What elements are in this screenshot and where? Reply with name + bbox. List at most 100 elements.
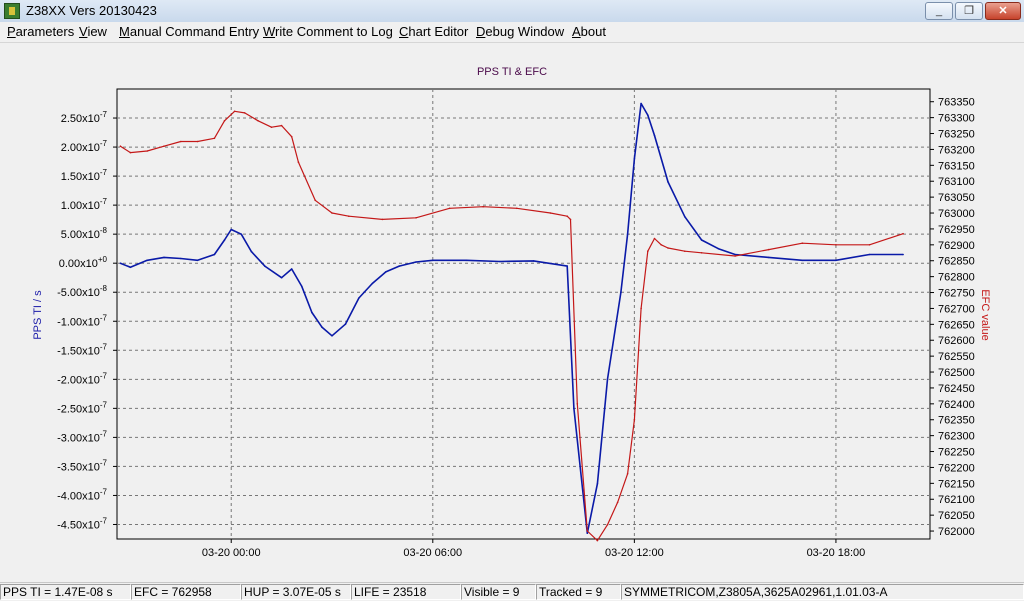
efc-point [331, 212, 333, 214]
efc-point [640, 307, 642, 310]
efc-point [633, 418, 636, 421]
efc-point [566, 215, 568, 217]
efc-point [119, 145, 122, 147]
pps-ti-point [321, 326, 323, 328]
efc-point [314, 199, 317, 202]
y-tick-label: 5.00x10-8 [61, 226, 108, 241]
x-tick-label: 03-20 12:00 [605, 547, 664, 559]
pps-ti-point [633, 157, 636, 160]
y-tick-label: -2.50x10-7 [57, 400, 107, 415]
efc-point [767, 248, 770, 251]
efc-point [647, 250, 649, 252]
minimize-button[interactable]: _ [925, 2, 953, 20]
status-bar: PPS TI = 1.47E-08 s EFC = 762958 HUP = 3… [0, 582, 1024, 601]
pps-ti-point [626, 233, 629, 235]
status-visible: Visible = 9 [461, 584, 536, 600]
maximize-button[interactable]: ❐ [955, 2, 983, 20]
efc-point [448, 207, 451, 210]
y2-tick-label: 762150 [938, 478, 975, 490]
y2-tick-label: 762850 [938, 256, 975, 268]
pps-ti-point [230, 228, 232, 231]
pps-ti-point [331, 335, 333, 337]
chart-area: 2.50x10-7 2.00x10-7 1.50x10-7 1.00x10-7 5.00… [0, 43, 1024, 580]
menu-view[interactable]: View [79, 24, 107, 39]
close-button[interactable]: ✕ [985, 2, 1021, 20]
pps-ti-point [586, 532, 589, 534]
pps-ti-point [902, 253, 904, 256]
efc-point [700, 252, 703, 254]
pps-ti-point [734, 253, 736, 256]
y-tick-label: -2.00x10-7 [57, 371, 107, 386]
pps-ti-point [415, 261, 417, 263]
title-bar: Z38XX Vers 20130423 _ ❐ ✕ [0, 0, 1024, 23]
status-efc: EFC = 762958 [131, 584, 241, 600]
pps-ti-point [532, 260, 535, 262]
y-tick-label: -4.50x10-7 [57, 516, 107, 531]
y-axis-label: PPS TI / s [32, 290, 44, 340]
efc-point [129, 151, 132, 154]
pps-ti-point [146, 259, 148, 262]
y2-tick-label: 762700 [938, 303, 975, 315]
efc-point [660, 244, 662, 246]
pps-ti-point [358, 297, 360, 299]
efc-point [223, 120, 226, 122]
menu-parameters[interactable]: Parameters [7, 24, 74, 39]
y2-tick-label: 762650 [938, 319, 975, 331]
pps-ti-point [240, 233, 243, 235]
efc-point [684, 250, 686, 252]
y-tick-label: 1.50x10-7 [61, 168, 108, 183]
pps-ti-point [620, 291, 622, 293]
pps-ti-point [835, 259, 837, 262]
efc-point [180, 140, 182, 143]
y2-tick-label: 763350 [938, 97, 975, 109]
chart-svg: 2.50x10-7 2.00x10-7 1.50x10-7 1.00x10-7 5.00… [32, 66, 991, 559]
pps-ti-point [801, 259, 804, 262]
menu-debug-window[interactable]: Debug Window [476, 24, 564, 39]
y-tick-label: 0.00x10+0 [59, 255, 108, 270]
menu-chart-editor[interactable]: Chart Editor [399, 24, 468, 39]
y2-tick-label: 763300 [938, 113, 975, 125]
y2-tick-label: 763100 [938, 176, 975, 188]
pps-ti-point [700, 239, 703, 241]
window-title: Z38XX Vers 20130423 [26, 3, 157, 18]
menu-write-comment-to-log[interactable]: Write Comment to Log [263, 24, 393, 39]
x-tick-label: 03-20 18:00 [807, 547, 866, 559]
efc-point [606, 523, 609, 526]
efc-point [516, 207, 518, 210]
y2-tick-label: 763200 [938, 144, 975, 156]
y2-tick-label: 762800 [938, 272, 975, 284]
y2-tick-label: 762050 [938, 510, 975, 522]
x-tick-label: 03-20 06:00 [403, 547, 462, 559]
pps-ti-point [344, 323, 347, 326]
efc-point [801, 242, 804, 244]
x-tick-label: 03-20 00:00 [202, 547, 261, 559]
y2-axis-label: EFC value [979, 289, 991, 340]
efc-point [196, 140, 199, 143]
efc-point [297, 161, 300, 163]
y2-tick-label: 762000 [938, 526, 975, 538]
y2-tick-label: 762500 [938, 367, 975, 379]
y-tick-label: -3.50x10-7 [57, 458, 107, 473]
y2-tick-label: 762100 [938, 494, 975, 506]
pps-ti-point [196, 259, 199, 262]
efc-point [667, 247, 669, 249]
menu-about[interactable]: About [572, 24, 606, 39]
y-tick-label: 2.50x10-7 [61, 110, 108, 125]
y2-tick-label: 762750 [938, 288, 975, 300]
y-tick-label: -3.00x10-7 [57, 429, 107, 444]
y2-tick-label: 762950 [938, 224, 975, 236]
y2-tick-label: 763250 [938, 129, 975, 141]
y2-tick-label: 762550 [938, 351, 975, 363]
pps-ti-point [301, 285, 303, 288]
pps-ti-point [432, 259, 434, 262]
menu-bar: Parameters View Manual Command Entry Wri… [0, 22, 1024, 43]
menu-manual-command-entry[interactable]: Manual Command Entry [119, 24, 259, 39]
app-icon[interactable] [4, 3, 20, 19]
efc-point [348, 215, 350, 217]
pps-ti-point [119, 262, 122, 264]
efc-point [280, 124, 283, 127]
pps-ti-point [684, 215, 686, 218]
pps-ti-point [465, 259, 468, 262]
pps-ti-point [667, 181, 669, 183]
pps-ti-point [371, 282, 374, 285]
